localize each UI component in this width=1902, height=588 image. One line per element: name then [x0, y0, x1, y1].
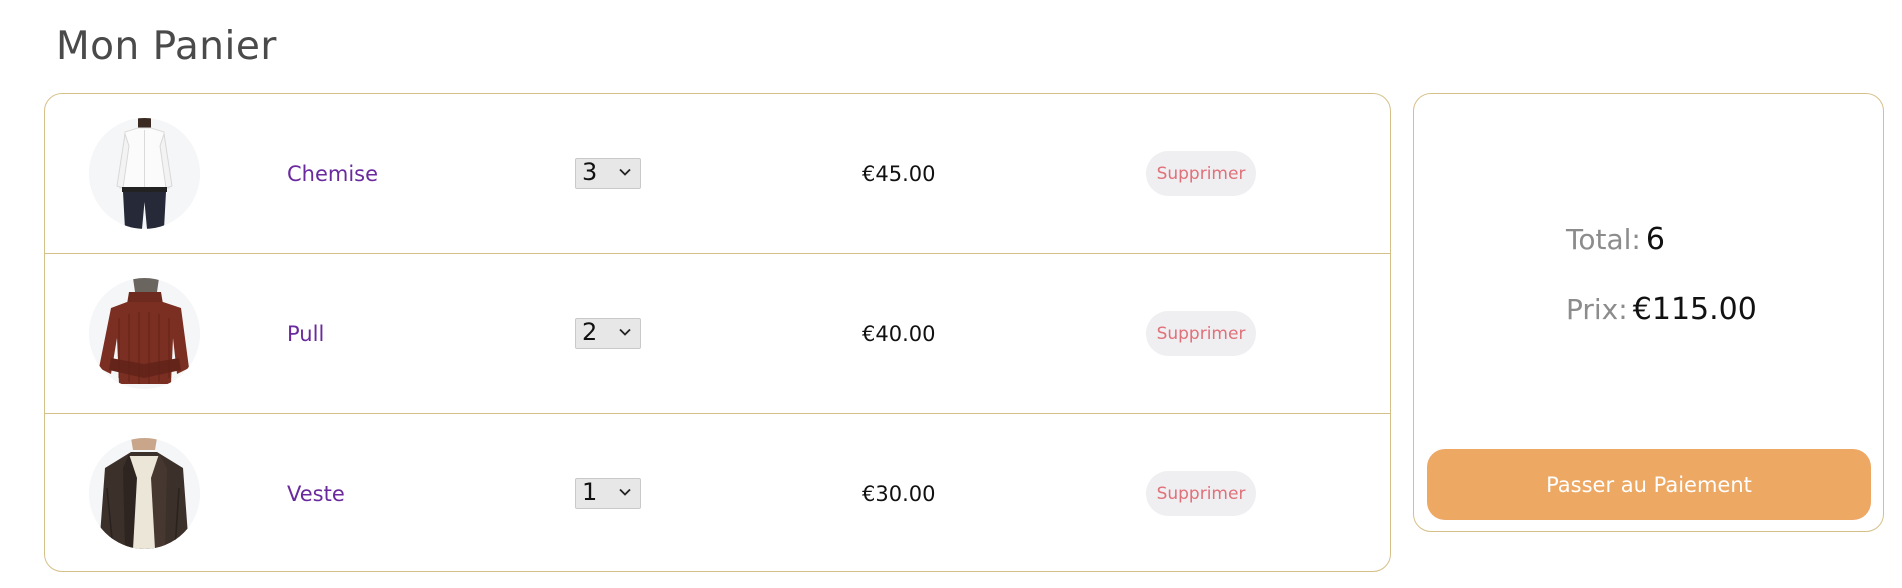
white-shirt-photo	[89, 118, 200, 229]
price-line: Prix: €115.00	[1566, 292, 1757, 327]
cart-item-row: Veste 1 €30.00 Supprimer	[45, 414, 1390, 571]
item-name[interactable]: Chemise	[287, 162, 378, 186]
remove-button[interactable]: Supprimer	[1146, 471, 1256, 516]
chevron-down-icon	[619, 328, 631, 336]
remove-button[interactable]: Supprimer	[1146, 311, 1256, 356]
quantity-select[interactable]: 2	[575, 318, 641, 349]
total-label: Total:	[1566, 223, 1641, 256]
quantity-select[interactable]: 3	[575, 158, 641, 189]
cart-item-row: Chemise 3 €45.00 Supprimer	[45, 94, 1390, 254]
product-image-pull	[89, 278, 200, 389]
item-price: €30.00	[862, 482, 936, 506]
brown-turtleneck-sweater-photo	[89, 278, 200, 389]
total-value: 6	[1645, 222, 1666, 257]
remove-button[interactable]: Supprimer	[1146, 151, 1256, 196]
price-label: Prix:	[1566, 293, 1628, 326]
item-name[interactable]: Pull	[287, 322, 324, 346]
item-name[interactable]: Veste	[287, 482, 345, 506]
leather-jacket-photo	[89, 438, 200, 549]
quantity-value: 3	[582, 158, 598, 186]
item-price: €45.00	[862, 162, 936, 186]
quantity-select[interactable]: 1	[575, 478, 641, 509]
quantity-value: 1	[582, 478, 598, 506]
checkout-button[interactable]: Passer au Paiement	[1427, 449, 1871, 520]
product-image-chemise	[89, 118, 200, 229]
chevron-down-icon	[619, 488, 631, 496]
quantity-value: 2	[582, 318, 598, 346]
chevron-down-icon	[619, 168, 631, 176]
cart-item-row: Pull 2 €40.00 Supprimer	[45, 254, 1390, 414]
price-value: €115.00	[1632, 292, 1757, 327]
item-price: €40.00	[862, 322, 936, 346]
total-line: Total: 6	[1566, 222, 1665, 257]
cart-items-list: Chemise 3 €45.00 Supprimer Pull 2 €40.00…	[44, 93, 1391, 572]
page-title: Mon Panier	[56, 24, 277, 69]
order-summary: Total: 6 Prix: €115.00 Passer au Paiemen…	[1413, 93, 1884, 532]
product-image-veste	[89, 438, 200, 549]
